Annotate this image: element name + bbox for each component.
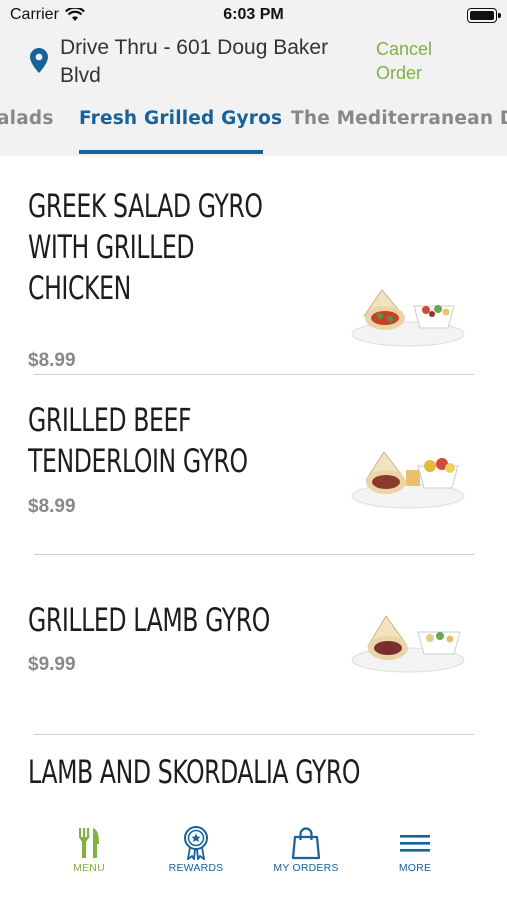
rewards-badge-icon [184,826,208,860]
menu-item-price: $8.99 [28,350,76,371]
nav-more-label: MORE [398,862,432,874]
menu-item-grilled-beef-tenderloin-gyro[interactable]: GRILLED BEEF TENDERLOIN GYRO $8.99 [0,400,507,520]
active-tab-indicator [79,150,263,154]
status-bar: Carrier 6:03 PM [0,0,507,30]
shopping-bag-icon [291,827,321,860]
location-pin-icon [30,48,48,73]
menu-item-name: GRILLED LAMB GYRO [28,601,270,639]
food-photo [351,451,465,509]
nav-rewards[interactable]: REWARDS [141,826,251,874]
cancel-order-button[interactable]: Cancel Order [376,37,466,85]
bottom-tab-bar: MENU REWARDS MY ORDERS MORE [0,796,507,900]
tab-salads[interactable]: alads [0,108,54,129]
nav-rewards-label: REWARDS [168,862,224,874]
menu-item-list: GREEK SALAD GYRO WITH GRILLED CHICKEN $8… [0,156,507,796]
divider [34,734,474,735]
nav-my-orders[interactable]: MY ORDERS [251,826,361,874]
menu-item-price: $8.99 [28,496,76,517]
fork-knife-icon [79,828,99,858]
divider [34,554,474,555]
location-header: Drive Thru - 601 Doug Baker Blvd Cancel … [0,30,507,98]
category-tabs: alads Fresh Grilled Gyros The Mediterran… [0,98,507,156]
store-address[interactable]: Drive Thru - 601 Doug Baker Blvd [60,34,340,90]
menu-item-name: GREEK SALAD GYRO WITH GRILLED CHICKEN [28,187,263,307]
menu-item-greek-salad-gyro[interactable]: GREEK SALAD GYRO WITH GRILLED CHICKEN $8… [0,186,507,371]
clock: 6:03 PM [223,6,284,23]
nav-more[interactable]: MORE [360,826,470,874]
menu-item-name: LAMB AND SKORDALIA GYRO [28,753,360,791]
menu-item-price: $9.99 [28,654,76,675]
food-photo [351,615,465,673]
nav-menu[interactable]: MENU [34,826,144,874]
nav-my-orders-label: MY ORDERS [273,862,339,874]
menu-item-name: GRILLED BEEF TENDERLOIN GYRO [28,401,248,480]
tab-fresh-grilled-gyros[interactable]: Fresh Grilled Gyros [79,108,282,129]
tab-mediterranean[interactable]: The Mediterranean De [291,108,507,129]
food-photo [351,289,465,347]
hamburger-menu-icon [400,835,430,852]
nav-menu-label: MENU [73,862,105,874]
divider [34,374,474,375]
battery-icon [467,8,501,23]
menu-item-lamb-and-skordalia-gyro[interactable]: LAMB AND SKORDALIA GYRO [0,752,507,796]
menu-item-grilled-lamb-gyro[interactable]: GRILLED LAMB GYRO $9.99 [0,600,507,690]
